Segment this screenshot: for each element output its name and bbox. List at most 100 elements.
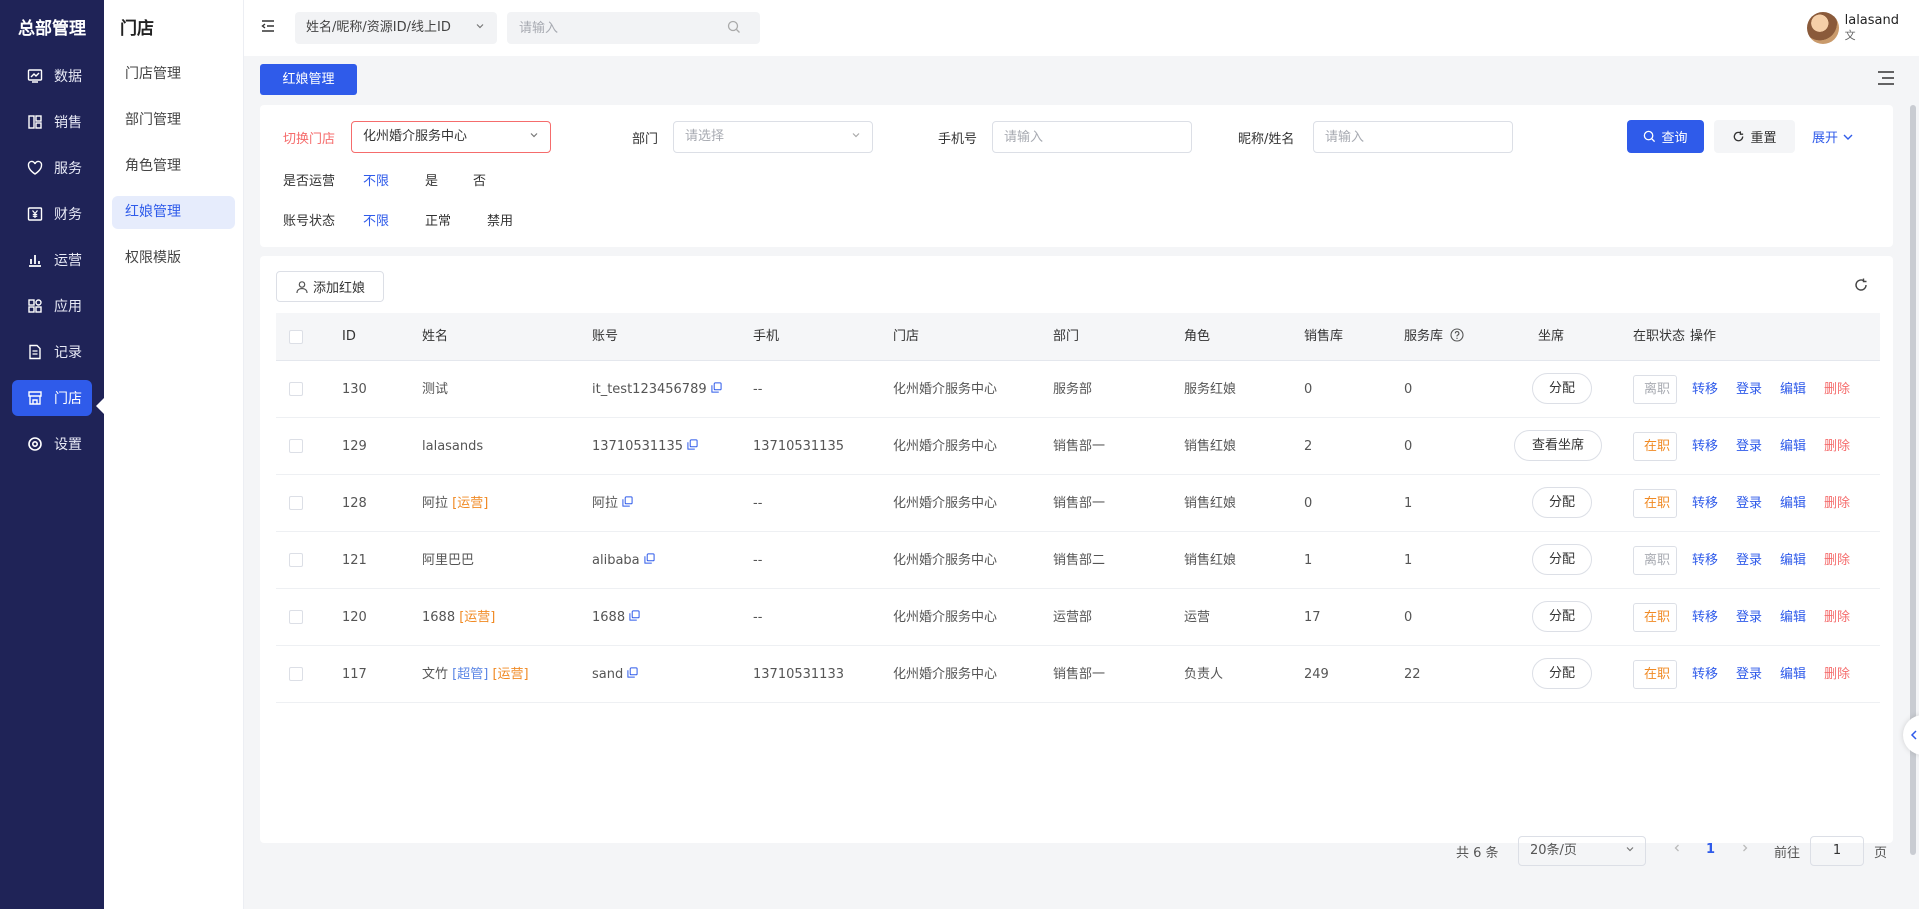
dept-select[interactable]: 请选择 [673, 121, 873, 153]
page-size-select[interactable]: 20条/页 [1518, 836, 1646, 866]
copy-icon[interactable] [627, 646, 638, 703]
login-button[interactable]: 登录 [1736, 532, 1762, 589]
page-size-value: 20条/页 [1530, 843, 1577, 858]
user-profile[interactable]: lalasand 文 [1806, 12, 1899, 44]
row-checkbox[interactable] [289, 553, 303, 567]
transfer-button[interactable]: 转移 [1692, 532, 1718, 589]
nav-item-2[interactable]: 服务 [12, 150, 92, 186]
login-button[interactable]: 登录 [1736, 361, 1762, 418]
transfer-button[interactable]: 转移 [1692, 361, 1718, 418]
sub-menu-item-3[interactable]: 红娘管理 [112, 196, 235, 229]
row-checkbox[interactable] [289, 496, 303, 510]
sub-menu-item-0[interactable]: 门店管理 [112, 58, 235, 91]
query-button[interactable]: 查询 [1627, 120, 1704, 153]
select-all-checkbox[interactable] [289, 330, 303, 344]
cell-phone: -- [753, 382, 763, 397]
login-button[interactable]: 登录 [1736, 646, 1762, 703]
store-select[interactable]: 化州婚介服务中心 [351, 121, 551, 153]
ops-option-no[interactable]: 否 [473, 170, 486, 189]
nav-item-8[interactable]: 设置 [12, 426, 92, 462]
edit-button[interactable]: 编辑 [1780, 589, 1806, 646]
reset-button[interactable]: 重置 [1714, 120, 1795, 153]
next-page-button[interactable] [1740, 842, 1750, 857]
sub-menu-item-2[interactable]: 角色管理 [112, 150, 235, 183]
filter-panel: 切换门店 化州婚介服务中心 部门 请选择 手机号 昵称/姓名 查询 重置 展开 … [260, 105, 1893, 247]
search-type-select[interactable]: 姓名/昵称/资源ID/线上ID [295, 12, 497, 44]
search-icon[interactable] [727, 20, 741, 38]
copy-icon[interactable] [687, 418, 698, 475]
copy-icon[interactable] [629, 589, 640, 646]
nickname-input[interactable] [1313, 121, 1513, 153]
seat-button[interactable]: 查看坐席 [1514, 430, 1602, 461]
row-checkbox[interactable] [289, 382, 303, 396]
account-text: sand [592, 667, 624, 682]
delete-button[interactable]: 删除 [1824, 361, 1850, 418]
status-option-disabled[interactable]: 禁用 [487, 210, 513, 229]
status-select[interactable]: 在职 [1633, 489, 1677, 518]
row-checkbox[interactable] [289, 667, 303, 681]
chevron-down-icon [475, 12, 485, 44]
delete-button[interactable]: 删除 [1824, 418, 1850, 475]
seat-button[interactable]: 分配 [1532, 373, 1592, 404]
cell-phone: -- [753, 610, 763, 625]
edit-button[interactable]: 编辑 [1780, 361, 1806, 418]
sub-menu-item-4[interactable]: 权限模版 [112, 242, 235, 275]
hamburger-menu-icon[interactable] [1877, 70, 1895, 90]
ops-option-yes[interactable]: 是 [425, 170, 438, 189]
refresh-icon[interactable] [1853, 277, 1869, 297]
page-number-current[interactable]: 1 [1706, 842, 1715, 857]
menu-fold-icon[interactable] [260, 18, 276, 38]
name-text: 1688 [422, 610, 456, 625]
nav-item-5[interactable]: 应用 [12, 288, 92, 324]
nav-item-7[interactable]: 门店 [12, 380, 92, 416]
nav-item-1[interactable]: 销售 [12, 104, 92, 140]
global-search-input[interactable] [507, 12, 760, 44]
row-checkbox[interactable] [289, 610, 303, 624]
transfer-button[interactable]: 转移 [1692, 646, 1718, 703]
copy-icon[interactable] [644, 532, 655, 589]
sub-menu-item-1[interactable]: 部门管理 [112, 104, 235, 137]
nav-item-4[interactable]: 运营 [12, 242, 92, 278]
goto-page-input[interactable]: 1 [1810, 836, 1864, 866]
expand-button[interactable]: 展开 [1812, 127, 1854, 146]
status-select[interactable]: 在职 [1633, 660, 1677, 689]
login-button[interactable]: 登录 [1736, 589, 1762, 646]
seat-button[interactable]: 分配 [1532, 658, 1592, 689]
seat-button[interactable]: 分配 [1532, 487, 1592, 518]
transfer-button[interactable]: 转移 [1692, 418, 1718, 475]
action-cell: 转移 登录 编辑 删除 [1690, 475, 1880, 531]
side-collapse-handle[interactable] [1903, 715, 1919, 755]
seat-button[interactable]: 分配 [1532, 544, 1592, 575]
phone-input[interactable] [992, 121, 1192, 153]
delete-button[interactable]: 删除 [1824, 646, 1850, 703]
status-select[interactable]: 离职 [1633, 546, 1677, 575]
nav-item-3[interactable]: 财务 [12, 196, 92, 232]
edit-button[interactable]: 编辑 [1780, 646, 1806, 703]
status-option-normal[interactable]: 正常 [425, 210, 451, 229]
edit-button[interactable]: 编辑 [1780, 532, 1806, 589]
edit-button[interactable]: 编辑 [1780, 418, 1806, 475]
nav-item-0[interactable]: 数据 [12, 58, 92, 94]
nav-item-6[interactable]: 记录 [12, 334, 92, 370]
user-name: lalasand [1844, 13, 1899, 28]
status-select[interactable]: 在职 [1633, 603, 1677, 632]
add-matchmaker-button[interactable]: 添加红娘 [276, 271, 384, 302]
login-button[interactable]: 登录 [1736, 418, 1762, 475]
status-select[interactable]: 在职 [1633, 432, 1677, 461]
row-checkbox[interactable] [289, 439, 303, 453]
delete-button[interactable]: 删除 [1824, 475, 1850, 532]
delete-button[interactable]: 删除 [1824, 589, 1850, 646]
page-tab-active[interactable]: 红娘管理 [260, 64, 357, 95]
copy-icon[interactable] [622, 475, 633, 532]
transfer-button[interactable]: 转移 [1692, 475, 1718, 532]
delete-button[interactable]: 删除 [1824, 532, 1850, 589]
status-option-any[interactable]: 不限 [363, 210, 389, 229]
login-button[interactable]: 登录 [1736, 475, 1762, 532]
status-select[interactable]: 离职 [1633, 375, 1677, 404]
edit-button[interactable]: 编辑 [1780, 475, 1806, 532]
seat-button[interactable]: 分配 [1532, 601, 1592, 632]
copy-icon[interactable] [711, 361, 722, 418]
ops-option-any[interactable]: 不限 [363, 170, 389, 189]
prev-page-button[interactable] [1672, 842, 1682, 857]
transfer-button[interactable]: 转移 [1692, 589, 1718, 646]
